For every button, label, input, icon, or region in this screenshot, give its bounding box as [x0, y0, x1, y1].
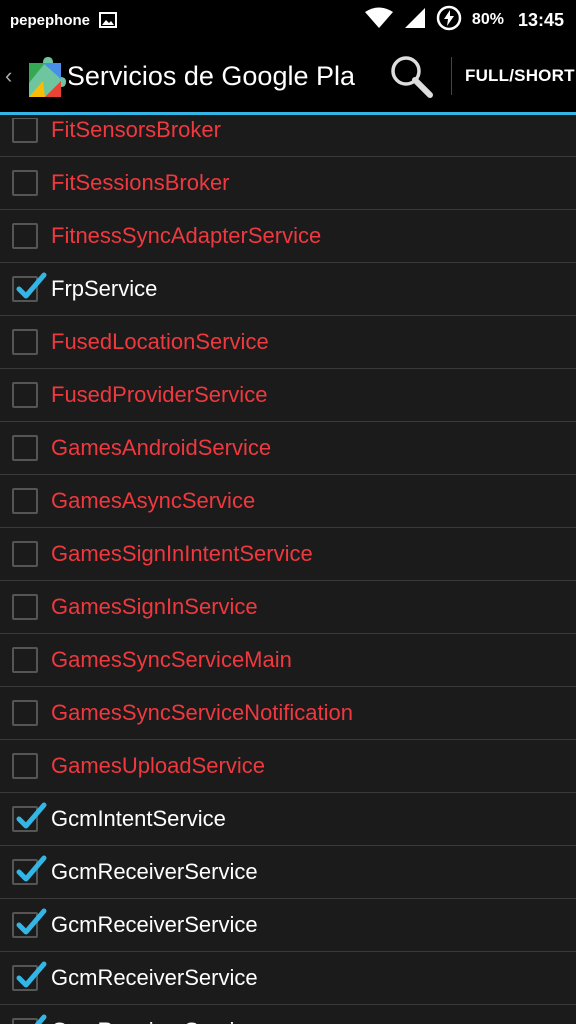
service-checkbox[interactable]: [12, 802, 47, 832]
service-name: GcmReceiverService: [51, 1018, 258, 1024]
service-row[interactable]: GamesSyncServiceNotification: [0, 687, 576, 740]
service-checkbox[interactable]: [12, 753, 38, 779]
service-row[interactable]: GcmReceiverService: [0, 1005, 576, 1024]
service-name: GcmReceiverService: [51, 965, 258, 990]
service-name: GamesAndroidService: [51, 435, 272, 460]
search-icon: [391, 56, 433, 98]
service-row[interactable]: FitnessSyncAdapterService: [0, 210, 576, 263]
service-checkbox[interactable]: [12, 488, 38, 514]
cell-signal-icon: [404, 7, 426, 34]
service-checkbox[interactable]: [12, 700, 38, 726]
checkmark-icon: [16, 908, 47, 935]
service-list[interactable]: FitSensorsBroker FitSessionsBroker Fitness…: [0, 118, 576, 1024]
service-name: GamesUploadService: [51, 753, 265, 778]
wifi-icon: [364, 7, 394, 34]
service-row[interactable]: FusedLocationService: [0, 316, 576, 369]
service-row[interactable]: GcmReceiverService: [0, 846, 576, 899]
page-title: Servicios de Google Pla: [69, 60, 355, 91]
action-divider: [451, 57, 452, 95]
service-row[interactable]: GamesUploadService: [0, 740, 576, 793]
service-row[interactable]: GamesSyncServiceMain: [0, 634, 576, 687]
battery-charging-icon: [436, 5, 462, 36]
service-row[interactable]: FusedProviderService: [0, 369, 576, 422]
service-checkbox[interactable]: [12, 647, 38, 673]
service-checkbox[interactable]: [12, 223, 38, 249]
checkmark-icon: [16, 802, 47, 829]
service-checkbox[interactable]: [12, 435, 38, 461]
service-row[interactable]: GamesAndroidService: [0, 422, 576, 475]
carrier-name: pepephone: [10, 11, 91, 29]
service-checkbox[interactable]: [12, 272, 47, 302]
service-name: GamesSyncServiceMain: [51, 647, 292, 672]
status-bar: pepephone 80% 13:45: [0, 0, 576, 40]
service-checkbox[interactable]: [12, 170, 38, 196]
service-checkbox[interactable]: [12, 541, 38, 567]
service-row[interactable]: GamesAsyncService: [0, 475, 576, 528]
service-row[interactable]: GcmIntentService: [0, 793, 576, 846]
back-chevron-icon[interactable]: ‹: [5, 63, 19, 89]
service-row[interactable]: FitSensorsBroker: [0, 118, 576, 157]
image-notification-icon: [99, 12, 118, 28]
service-checkbox[interactable]: [12, 908, 47, 938]
battery-percent: 80%: [471, 11, 504, 28]
service-row[interactable]: FrpService: [0, 263, 576, 316]
checkmark-icon: [34, 1014, 47, 1024]
service-row[interactable]: GcmReceiverService: [0, 899, 576, 952]
action-bar: ‹ Servicios de Google Pla FULL/SHORT: [0, 40, 576, 115]
checkmark-icon: [16, 961, 47, 988]
service-name: FitSensorsBroker: [51, 118, 221, 142]
service-row[interactable]: FitSessionsBroker: [0, 157, 576, 210]
service-checkbox[interactable]: [12, 118, 38, 143]
service-name: FusedProviderService: [51, 382, 268, 407]
service-name: FitSessionsBroker: [51, 170, 230, 195]
service-name: GcmIntentService: [51, 806, 226, 831]
service-checkbox[interactable]: [12, 1014, 47, 1024]
service-name: GcmReceiverService: [51, 859, 258, 884]
service-checkbox[interactable]: [12, 855, 47, 885]
service-checkbox[interactable]: [12, 329, 38, 355]
service-row[interactable]: GcmReceiverService: [0, 952, 576, 1005]
service-name: GamesAsyncService: [51, 488, 256, 513]
service-row[interactable]: GamesSignInIntentService: [0, 528, 576, 581]
google-play-services-puzzle-icon[interactable]: [23, 53, 67, 99]
full-short-toggle-button[interactable]: FULL/SHORT: [465, 66, 575, 86]
service-row[interactable]: GamesSignInService: [0, 581, 576, 634]
service-checkbox[interactable]: [12, 382, 38, 408]
clock: 13:45: [517, 9, 564, 30]
status-indicators: 80% 13:45: [364, 5, 564, 36]
service-name: GamesSignInService: [51, 594, 258, 619]
checkmark-icon: [16, 855, 47, 882]
service-name: GamesSignInIntentService: [51, 541, 313, 566]
search-button[interactable]: [383, 48, 439, 104]
service-name: FusedLocationService: [51, 329, 269, 354]
service-checkbox[interactable]: [12, 961, 47, 991]
service-name: FrpService: [51, 276, 158, 301]
service-checkbox[interactable]: [12, 594, 38, 620]
service-name: GamesSyncServiceNotification: [51, 700, 354, 725]
checkmark-icon: [16, 272, 47, 299]
service-name: FitnessSyncAdapterService: [51, 223, 322, 248]
service-name: GcmReceiverService: [51, 912, 258, 937]
